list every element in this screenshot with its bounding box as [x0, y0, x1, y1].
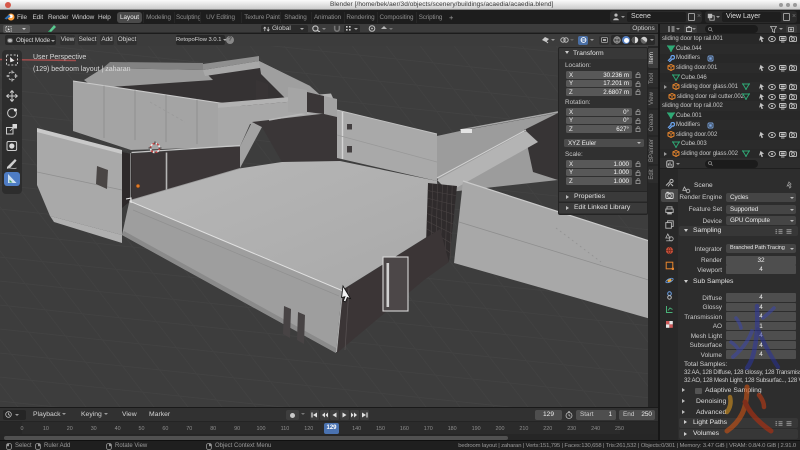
svg-text:Item: Item [649, 52, 655, 64]
svg-text:Create: Create [649, 113, 655, 132]
svg-text:BPainter: BPainter [649, 139, 655, 162]
svg-text:View: View [649, 91, 655, 105]
svg-text:Tool: Tool [649, 73, 655, 84]
svg-text:Edit: Edit [649, 169, 655, 180]
